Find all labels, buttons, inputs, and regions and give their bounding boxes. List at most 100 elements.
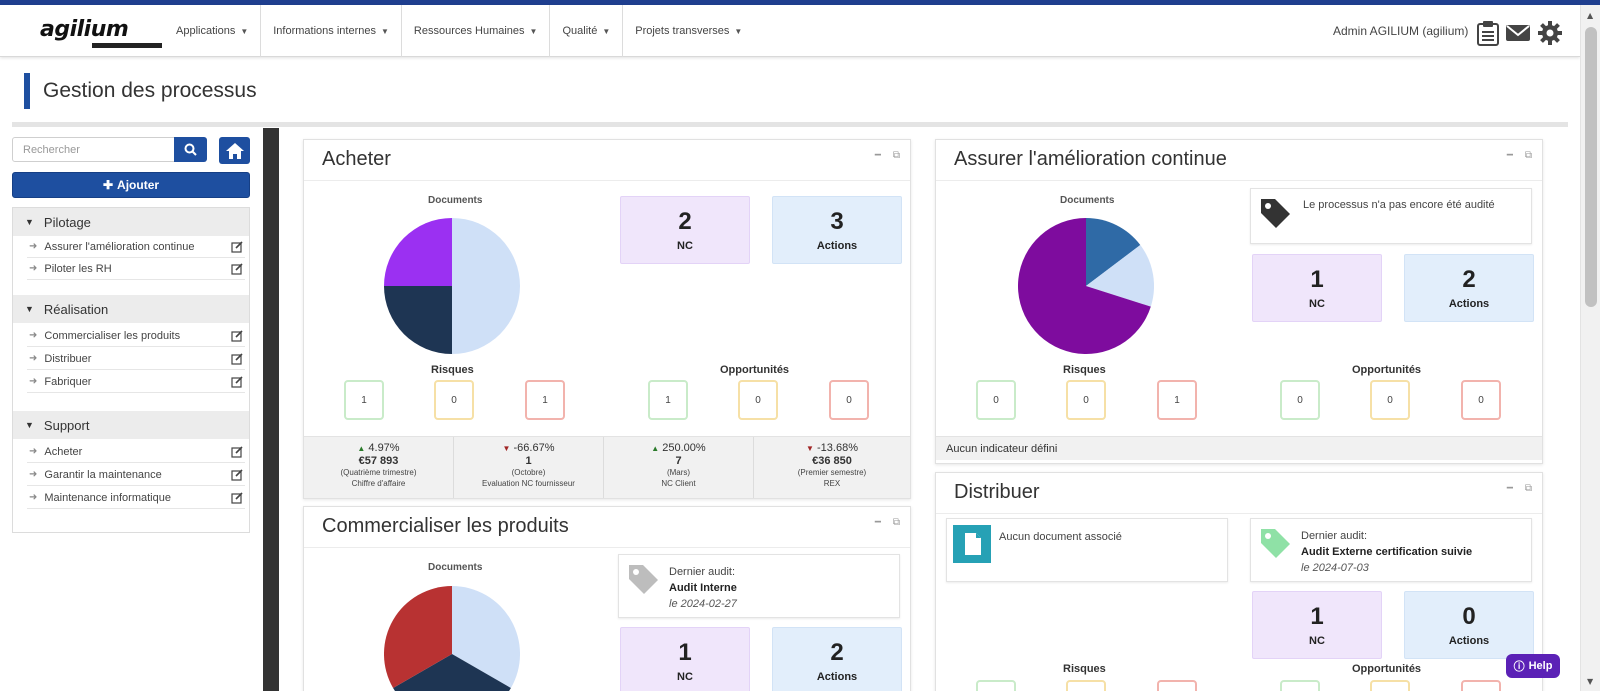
edit-icon[interactable] [231,263,243,275]
group-realisation[interactable]: ▼ Réalisation [13,295,249,323]
edit-icon[interactable] [231,446,243,458]
document-icon [953,525,991,563]
group-pilotage[interactable]: ▼ Pilotage [13,208,249,236]
external-link-icon[interactable]: ⧉ [1525,150,1532,161]
envelope-icon[interactable] [1505,20,1531,46]
risk-low-box[interactable]: 1 [344,380,384,420]
tree-item-maintenance-informatique[interactable]: ➜ Maintenance informatique [27,487,245,509]
documents-pie[interactable] [384,218,520,354]
risk-medium-box[interactable] [1066,680,1106,691]
pie-slice[interactable] [384,286,452,354]
external-link-icon[interactable]: ⧉ [893,517,900,528]
opportunity-medium-box[interactable] [1370,680,1410,691]
opportunity-high-box[interactable]: 0 [1461,380,1501,420]
pie-slice[interactable] [452,218,520,354]
tree-item-distribuer[interactable]: ➜ Distribuer [27,348,245,370]
current-user[interactable]: Admin AGILIUM (agilium) [1333,24,1468,38]
risk-low-box[interactable]: 0 [976,380,1016,420]
vertical-scrollbar[interactable]: ▲ ▼ [1580,5,1600,691]
nc-label: NC [1309,298,1325,310]
scroll-down-icon[interactable]: ▼ [1587,677,1593,686]
menu-projets-transverses[interactable]: Projets transverses ▼ [623,5,754,57]
last-audit-card[interactable]: Dernier audit: Audit Interne le 2024-02-… [618,554,900,618]
panel-title: Assurer l'amélioration continue [954,148,1227,170]
kpi-period: (Mars) [666,468,691,477]
minimize-icon[interactable]: ━ [1507,150,1513,161]
minimize-icon[interactable]: ━ [875,517,881,528]
nc-card[interactable]: 1 NC [1252,591,1382,659]
kpi-card[interactable]: ▼ -66.67% 1 (Octobre) Evaluation NC four… [454,437,604,498]
risk-medium-box[interactable]: 0 [1066,380,1106,420]
tree-item-amelioration[interactable]: ➜ Assurer l'amélioration continue [27,236,245,258]
kpi-card[interactable]: ▼ -13.68% €36 850 (Premier semestre) REX [754,437,910,498]
opportunity-medium-box[interactable]: 0 [1370,380,1410,420]
kpi-pct: 250.00% [662,442,706,454]
group-support[interactable]: ▼ Support [13,411,249,439]
edit-icon[interactable] [231,330,243,342]
opportunity-low-box[interactable] [1280,680,1320,691]
caret-down-icon: ▼ [380,26,389,36]
gear-icon[interactable] [1537,20,1563,46]
edit-icon[interactable] [231,469,243,481]
nc-card[interactable]: 1 NC [620,627,750,691]
opportunity-high-box[interactable] [1461,680,1501,691]
audit-date: le 2024-07-03 [1301,562,1369,574]
menu-ressources-humaines[interactable]: Ressources Humaines ▼ [402,5,551,57]
opportunity-high-box[interactable]: 0 [829,380,869,420]
risk-high-box[interactable]: 1 [525,380,565,420]
risk-high-box[interactable]: 1 [1157,380,1197,420]
tree-item-acheter[interactable]: ➜ Acheter [27,441,245,463]
scroll-up-icon[interactable]: ▲ [1587,11,1593,20]
app-logo[interactable]: agilium [40,17,162,48]
search-input[interactable] [12,137,175,162]
nc-count: 1 [1310,266,1324,293]
sidebar-splitter[interactable] [263,128,279,691]
group-label: Réalisation [43,301,109,317]
kpi-card[interactable]: ▲ 250.00% 7 (Mars) NC Client [604,437,754,498]
minimize-icon[interactable]: ━ [875,150,881,161]
actions-card[interactable]: 2 Actions [1404,254,1534,322]
no-indicator-text: Aucun indicateur défini [936,436,1542,460]
pie-slice[interactable] [384,218,452,286]
documents-pie[interactable] [1018,218,1154,354]
panel-header-divider [304,180,910,181]
help-button[interactable]: ⓘ Help [1506,654,1560,678]
caret-down-icon: ▼ [602,26,611,36]
tree-item-label: Commercialiser les produits [44,329,181,342]
scroll-thumb[interactable] [1585,27,1597,307]
add-button[interactable]: ✚ Ajouter [12,172,250,198]
edit-icon[interactable] [231,492,243,504]
edit-icon[interactable] [231,376,243,388]
tree-item-maintenance[interactable]: ➜ Garantir la maintenance [27,464,245,486]
opportunity-low-box[interactable]: 0 [1280,380,1320,420]
opportunity-low-box[interactable]: 1 [648,380,688,420]
nc-card[interactable]: 2 NC [620,196,750,264]
kpi-card[interactable]: ▲ 4.97% €57 893 (Quatrième trimestre) Ch… [304,437,454,498]
documents-pie[interactable] [384,586,520,691]
clipboard-icon[interactable] [1475,20,1501,46]
edit-icon[interactable] [231,241,243,253]
actions-card[interactable]: 0 Actions [1404,591,1534,659]
actions-card[interactable]: 3 Actions [772,196,902,264]
group-label: Support [43,417,90,433]
opportunity-medium-box[interactable]: 0 [738,380,778,420]
risk-high-box[interactable] [1157,680,1197,691]
menu-applications[interactable]: Applications ▼ [164,5,262,57]
menu-informations-internes[interactable]: Informations internes ▼ [261,5,402,57]
tree-item-piloter-rh[interactable]: ➜ Piloter les RH [27,258,245,280]
minimize-icon[interactable]: ━ [1507,483,1513,494]
nc-card[interactable]: 1 NC [1252,254,1382,322]
risk-low-box[interactable] [976,680,1016,691]
kpi-period: (Octobre) [511,468,546,477]
external-link-icon[interactable]: ⧉ [893,150,900,161]
last-audit-card[interactable]: Dernier audit: Audit Externe certificati… [1250,518,1532,582]
tree-item-fabriquer[interactable]: ➜ Fabriquer [27,371,245,393]
search-button[interactable] [174,137,207,162]
home-button[interactable] [219,137,250,164]
tree-item-commercialiser[interactable]: ➜ Commercialiser les produits [27,325,245,347]
menu-qualite[interactable]: Qualité ▼ [550,5,624,57]
external-link-icon[interactable]: ⧉ [1525,483,1532,494]
risk-medium-box[interactable]: 0 [434,380,474,420]
actions-card[interactable]: 2 Actions [772,627,902,691]
edit-icon[interactable] [231,353,243,365]
